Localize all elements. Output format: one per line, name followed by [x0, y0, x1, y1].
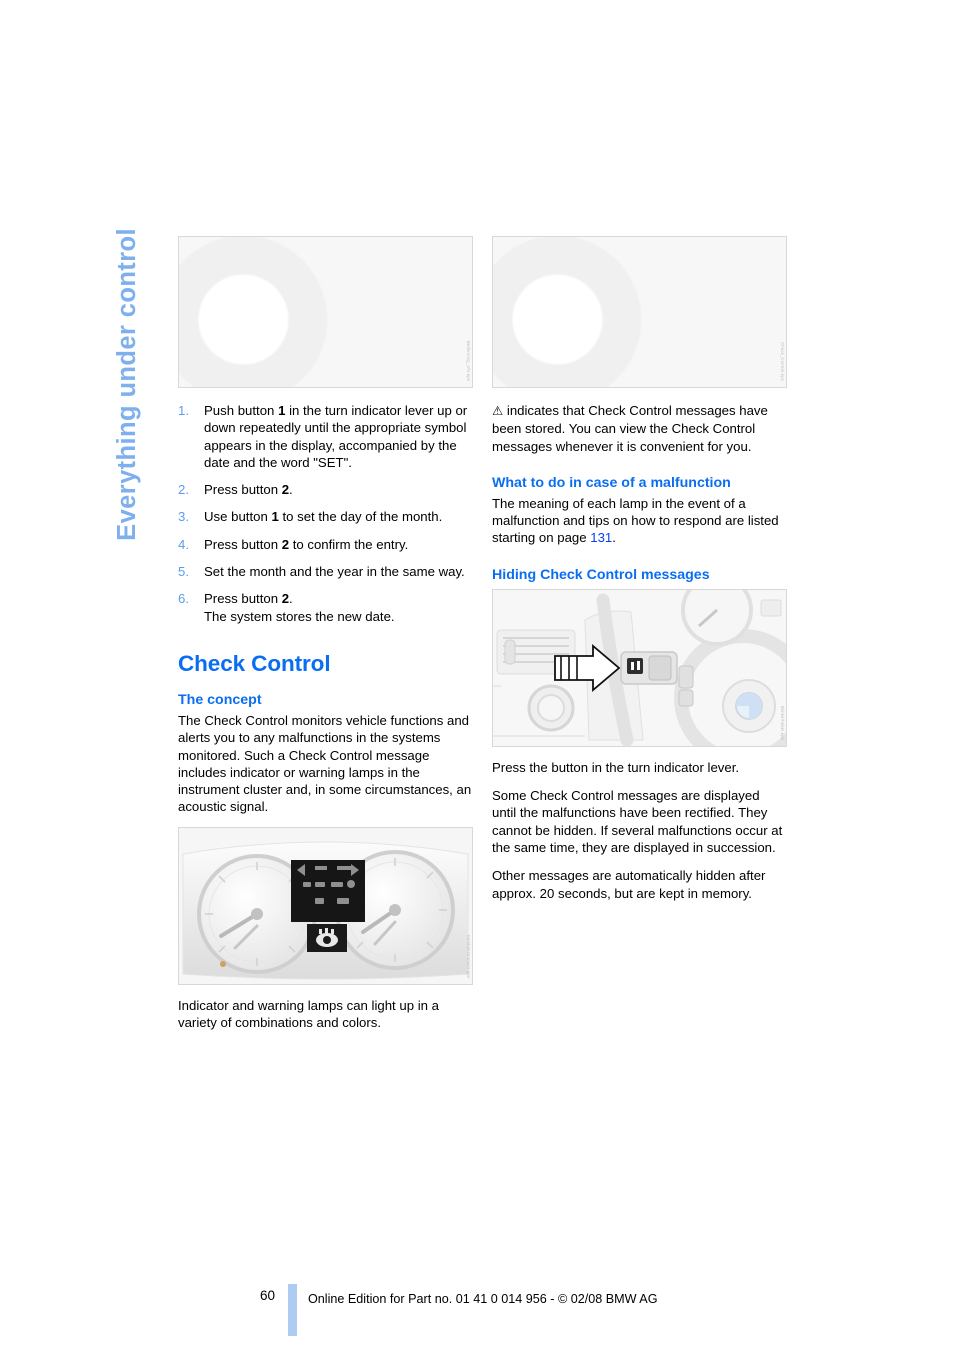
footer-text: Online Edition for Part no. 01 41 0 014 … [308, 1292, 658, 1306]
lever-caption: Press the button in the turn indicator l… [492, 759, 740, 775]
figure-instrument-cluster: Kombiinstrument.eps [178, 826, 473, 985]
step-text: Set the month and the year in the same w… [204, 564, 465, 580]
step-number: 6. [178, 591, 189, 607]
step-number: 4. [178, 536, 189, 552]
footer-accent-bar [288, 1284, 297, 1336]
figure-check-control-warning: 240 270 300 330 160 180 200 1 12 [492, 236, 787, 388]
figure-reference-code: Blinkerhebel.eps [780, 705, 785, 740]
figure-turn-indicator-lever: Blinkerhebel.eps [492, 588, 787, 747]
step-4: 4. Press button 2 to confirm the entry. [178, 536, 473, 553]
page-footer: 60 Online Edition for Part no. 01 41 0 0… [178, 1270, 818, 1350]
concept-paragraph: The Check Control monitors vehicle funct… [178, 712, 472, 815]
cluster-caption: Indicator and warning lamps can light up… [178, 997, 439, 1031]
step-text: Use button 1 to set the day of the month… [204, 509, 443, 525]
heading-the-concept: The concept [178, 691, 262, 708]
malfunction-paragraph: The meaning of each lamp in the event of… [492, 495, 787, 547]
step-1: 1. Push button 1 in the turn indicator l… [178, 402, 473, 471]
warning-intro-paragraph: ⚠ indicates that Check Control messages … [492, 402, 787, 455]
step-3: 3. Use button 1 to set the day of the mo… [178, 508, 473, 525]
figure-cluster-art [179, 827, 472, 984]
figure-date-set: 1 2 1 1 [178, 236, 473, 388]
page-reference-link[interactable]: 131 [590, 530, 612, 545]
figure-warning-art: 240 270 300 330 160 180 200 1 12 [493, 237, 786, 387]
step-text: Press button 2. [204, 482, 293, 498]
right-column: 240 270 300 330 160 180 200 1 12 [492, 236, 787, 913]
page-title: Check Control [178, 650, 331, 676]
left-column: 1 2 1 1 [178, 236, 473, 1031]
instrument-cluster-illustration [179, 827, 472, 984]
figure-reference-code: Check_Control.eps [780, 341, 785, 381]
step-text: Push button 1 in the turn indicator leve… [204, 403, 468, 470]
chapter-tab: Everything under control [106, 228, 150, 568]
step-2: 2. Press button 2. [178, 481, 473, 498]
step-number: 2. [178, 482, 189, 498]
step-number: 1. [178, 403, 189, 418]
figure-reference-code: Kombiinstrument.eps [466, 934, 471, 978]
step-number: 3. [178, 509, 189, 525]
step-number: 5. [178, 564, 189, 580]
figure-lever-art [493, 589, 786, 746]
warning-triangle-icon: ⚠ [492, 404, 504, 418]
step-6: 6. Press button 2. The system stores the … [178, 590, 473, 625]
figure-date-set-art: 1 2 1 1 [179, 237, 472, 387]
body-paragraph-1: Some Check Control messages are displaye… [492, 788, 783, 855]
page-number: 60 [260, 1288, 276, 1303]
step-text: Press button 2. The system stores the new… [204, 591, 395, 624]
procedure-steps: 1. Push button 1 in the turn indicator l… [178, 402, 473, 625]
malfunction-text-end: . [612, 530, 616, 546]
malfunction-text: The meaning of each lamp in the event of… [492, 495, 779, 546]
step-5: 5. Set the month and the year in the sam… [178, 563, 473, 580]
steering-lever-illustration [493, 589, 786, 746]
body-paragraph-2: Other messages are automatically hidden … [492, 868, 766, 901]
chapter-tab-label: Everything under control [113, 228, 142, 541]
heading-hiding-messages: Hiding Check Control messages [492, 566, 710, 583]
step-text: Press button 2 to confirm the entry. [204, 536, 409, 552]
heading-malfunction: What to do in case of a malfunction [492, 474, 731, 491]
warning-intro-text: indicates that Check Control messages ha… [492, 403, 768, 454]
figure-reference-code: Bedienung_Uhr.eps [466, 340, 471, 381]
